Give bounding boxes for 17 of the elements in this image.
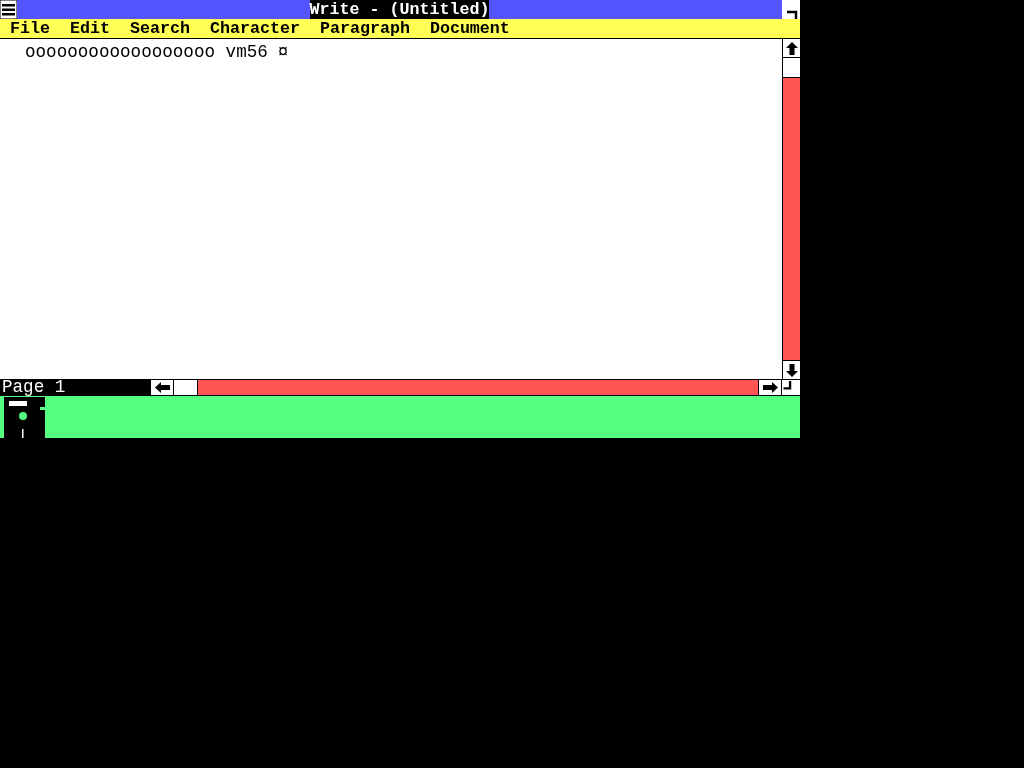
menu-item[interactable]: Paragraph — [309, 19, 420, 38]
menu-item[interactable]: Edit — [60, 19, 120, 38]
end-mark: ¤ — [277, 42, 289, 62]
page-indicator: Page 1 — [0, 380, 151, 395]
up-arrow-icon — [785, 41, 798, 55]
scroll-up-button[interactable] — [783, 39, 800, 58]
menu-item[interactable]: Search — [119, 19, 200, 38]
document-text: oooooooooooooooooo vm56 — [25, 42, 268, 62]
right-arrow-icon — [762, 382, 778, 393]
left-arrow-icon — [154, 382, 170, 393]
menu-item[interactable]: Character — [199, 19, 310, 38]
scroll-down-button[interactable] — [783, 360, 800, 379]
menu-item[interactable]: File — [0, 19, 60, 38]
maximize-icon[interactable] — [782, 0, 800, 19]
menu-icon[interactable] — [0, 0, 17, 19]
menu-item[interactable]: Document — [419, 19, 520, 38]
down-arrow-icon — [785, 363, 798, 377]
